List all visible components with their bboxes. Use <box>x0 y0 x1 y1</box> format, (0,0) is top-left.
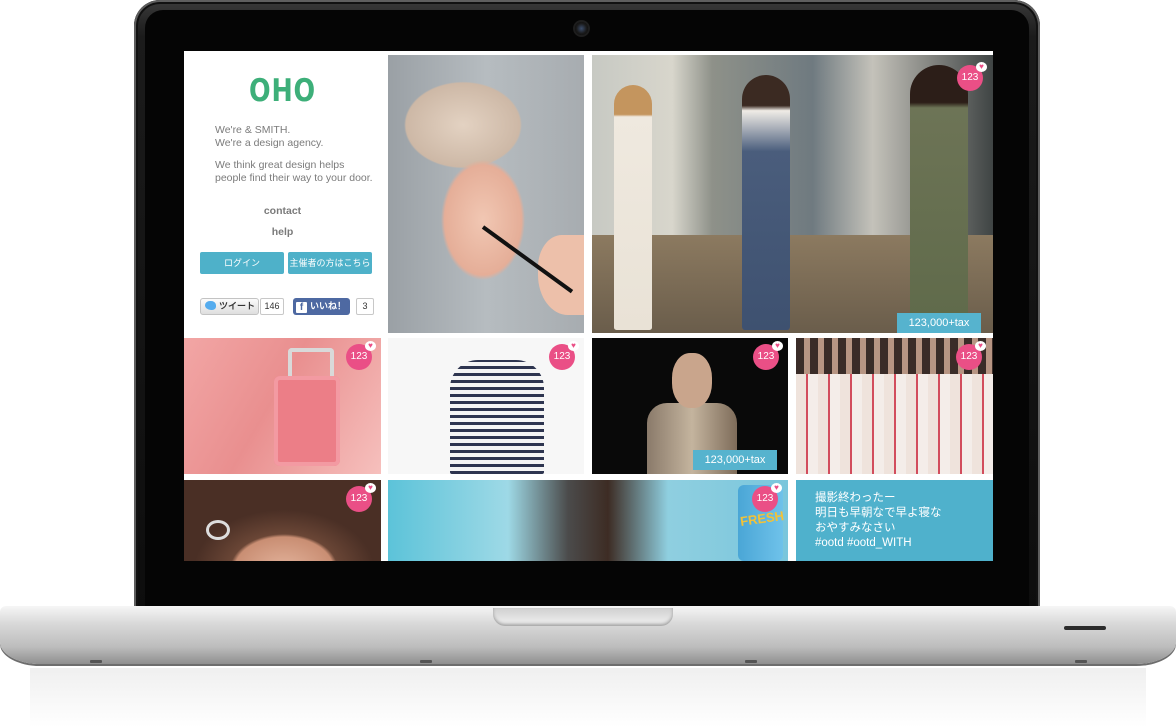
like-count: 123 <box>960 351 978 362</box>
camera-icon <box>575 22 588 35</box>
like-count: 123 <box>350 493 368 504</box>
post-line: 明日も早朝なで早よ寝な <box>815 507 942 519</box>
organizer-button[interactable]: 主催者の方はこちら <box>288 252 372 274</box>
like-badge[interactable]: 123 ♥ <box>752 483 782 512</box>
photo-street-style[interactable]: 123 ♥ 123,000+tax <box>592 55 993 333</box>
like-badge[interactable]: 123 ♥ <box>753 341 783 370</box>
heart-icon: ♥ <box>365 483 376 493</box>
price-tag: 123,000+tax <box>693 450 777 470</box>
photo-clip <box>206 520 230 540</box>
like-count: 123 <box>757 351 775 362</box>
photo-runway-model[interactable]: 123 ♥ 123,000+tax <box>592 338 788 474</box>
laptop-foot <box>1075 660 1087 663</box>
intro-paragraph: We think great design helps people find … <box>215 159 373 184</box>
like-count: 123 <box>961 72 979 83</box>
post-text: 撮影終わったー 明日も早朝なで早よ寝な おやすみなさい #ootd #ootd_… <box>815 491 985 551</box>
photo-figure <box>742 75 790 330</box>
heart-icon: ♥ <box>976 62 987 72</box>
help-link[interactable]: help <box>184 226 381 238</box>
photo-figure <box>910 65 968 333</box>
laptop-notch <box>493 608 673 626</box>
photo-hair-clip[interactable]: 123 ♥ <box>184 480 381 561</box>
heart-icon: ♥ <box>975 341 986 351</box>
heart-icon: ♥ <box>568 341 579 351</box>
like-count: 123 <box>756 493 774 504</box>
photo-striped-top[interactable]: 123 ♥ <box>388 338 584 474</box>
like-badge[interactable]: 123 ♥ <box>346 483 376 512</box>
photo-blue-eye[interactable]: FRESH 123 ♥ <box>388 480 788 561</box>
photo-figure <box>614 85 652 330</box>
heart-icon: ♥ <box>365 341 376 351</box>
laptop-slot <box>1064 626 1106 630</box>
photo-face <box>672 353 712 408</box>
tweet-button[interactable]: ツイート <box>200 298 259 315</box>
facebook-like-count: 3 <box>356 298 374 315</box>
photo-runway-crowd[interactable]: 123 ♥ <box>796 338 993 474</box>
web-page: OHO We're & SMITH. We're a design agency… <box>184 51 993 561</box>
tweet-count: 146 <box>260 298 284 315</box>
laptop-reflection <box>30 668 1146 727</box>
like-badge[interactable]: 123 ♥ <box>346 341 376 370</box>
post-line: おやすみなさい <box>815 522 896 534</box>
like-badge[interactable]: 123 ♥ <box>549 341 579 370</box>
twitter-icon <box>205 301 216 310</box>
laptop-foot <box>90 660 102 663</box>
intro-text: We're & SMITH. We're a design agency. We… <box>215 124 375 194</box>
intro-line-2: We're a design agency. <box>215 137 324 149</box>
photo-makeup[interactable] <box>388 55 584 333</box>
like-count: 123 <box>350 351 368 362</box>
laptop-foot <box>420 660 432 663</box>
facebook-like-button[interactable]: f いいね！ <box>293 298 350 315</box>
site-logo[interactable]: OHO <box>202 73 364 109</box>
post-text-tile[interactable]: 撮影終わったー 明日も早朝なで早よ寝な おやすみなさい #ootd #ootd_… <box>796 480 993 561</box>
contact-link[interactable]: contact <box>184 205 381 217</box>
like-badge[interactable]: 123 ♥ <box>957 62 987 91</box>
tweet-label: ツイート <box>219 301 256 311</box>
photo-shirt <box>450 360 544 474</box>
post-line: 撮影終わったー <box>815 492 896 504</box>
intro-line-1: We're & SMITH. <box>215 124 291 136</box>
price-tag: 123,000+tax <box>897 313 981 333</box>
like-badge[interactable]: 123 ♥ <box>956 341 986 370</box>
photo-bag <box>274 376 340 466</box>
heart-icon: ♥ <box>772 341 783 351</box>
like-count: 123 <box>553 351 571 362</box>
laptop-foot <box>745 660 757 663</box>
sidebar: OHO We're & SMITH. We're a design agency… <box>184 51 381 333</box>
photo-handbag[interactable]: 123 ♥ <box>184 338 381 474</box>
facebook-icon: f <box>296 302 307 313</box>
post-hashtags: #ootd #ootd_WITH <box>815 537 912 549</box>
facebook-like-label: いいね！ <box>310 301 347 311</box>
login-button[interactable]: ログイン <box>200 252 284 274</box>
heart-icon: ♥ <box>771 483 782 493</box>
